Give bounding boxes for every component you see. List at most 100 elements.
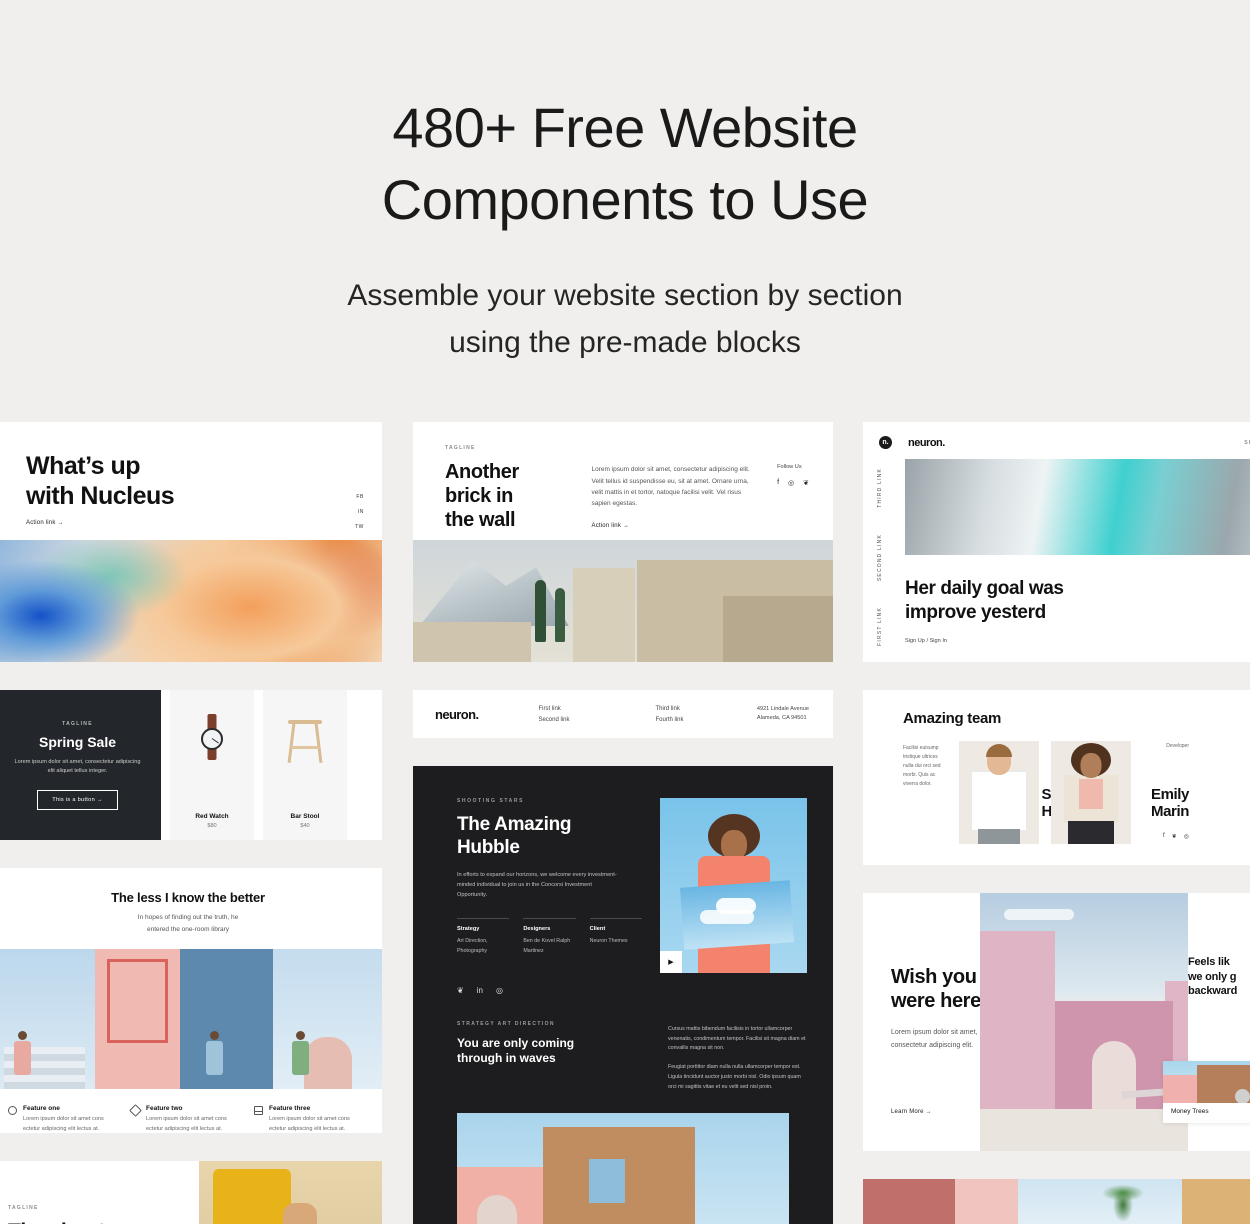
- card-another-brick[interactable]: TAGLINE Another brick in the wall Lorem …: [413, 422, 833, 663]
- neuron-logo[interactable]: neuron.: [435, 707, 479, 722]
- shooter-text: TAGLINE The shooter: [0, 1161, 199, 1224]
- product-name: Red Watch: [195, 813, 229, 821]
- red-wall-block: [863, 1179, 956, 1224]
- wish-side-heading: Feels lik we only g backward: [1188, 955, 1250, 999]
- heading-line-2: through in waves: [457, 1051, 556, 1066]
- social-icon-row: f ◎ ❦: [777, 479, 809, 487]
- heading-line-2: improve yesterd: [905, 601, 1046, 623]
- address-line-2: Alameda, CA 94501: [756, 715, 807, 722]
- card-nucleus-content: What’s up with Nucleus Action link → FB …: [0, 422, 382, 540]
- learn-more-link[interactable]: Learn More →: [891, 1109, 932, 1115]
- team-row: Facilisi euisump tristique ultrices null…: [903, 741, 1250, 845]
- instagram-icon[interactable]: ◎: [496, 986, 503, 995]
- wish-text: Wish you were here Lorem ipsum dolor sit…: [863, 893, 981, 1052]
- card-heading: The less I know the better: [111, 890, 265, 906]
- side-line-1: Feels lik: [1188, 956, 1230, 969]
- hubble-body: In efforts to expand our horizons, we we…: [457, 871, 617, 898]
- gallery-column-center: TAGLINE Another brick in the wall Lorem …: [413, 422, 833, 1224]
- card-less-i-know[interactable]: The less I know the better In hopes of f…: [0, 868, 382, 1134]
- heading-line-1: You are only coming: [457, 1035, 575, 1050]
- subtitle-line-2: entered the one-room library: [146, 925, 229, 933]
- product-card-watch[interactable]: Red Watch $80: [170, 690, 254, 841]
- credit-label: Strategy: [457, 926, 480, 933]
- social-link-tw[interactable]: TW: [355, 524, 364, 530]
- vertical-link-first[interactable]: FIRST LINK: [877, 607, 889, 646]
- action-link[interactable]: Action link →: [26, 520, 64, 526]
- card-bottom-photo[interactable]: [863, 1179, 1250, 1224]
- pastel-architecture-image: [457, 1112, 789, 1224]
- tagline: TAGLINE: [445, 445, 476, 452]
- nav-link-fourth[interactable]: Fourth link: [656, 717, 684, 723]
- credit-value: Neuron Themes: [589, 938, 628, 945]
- social-link-in[interactable]: IN: [355, 509, 364, 515]
- heading-line-1: Wish you: [891, 966, 977, 989]
- card-neuron-hero[interactable]: n. neuron. SHARE FIRST LINK SECOND LINK …: [863, 422, 1250, 663]
- play-icon[interactable]: ▶: [660, 951, 682, 974]
- thumbnail-title: Money Trees: [1171, 1108, 1209, 1116]
- card-spring-sale[interactable]: TAGLINE Spring Sale Lorem ipsum dolor si…: [0, 690, 382, 841]
- spring-sale-button[interactable]: This is a button →: [37, 789, 118, 810]
- linkedin-icon[interactable]: in: [477, 986, 483, 995]
- tan-wall-block: [1182, 1179, 1250, 1224]
- brick-heading-block: TAGLINE Another brick in the wall: [445, 445, 592, 540]
- brick-heading: Another brick in the wall: [445, 460, 592, 532]
- spring-sale-panel: TAGLINE Spring Sale Lorem ipsum dolor si…: [0, 690, 161, 841]
- pink-wall-block: [955, 1179, 1019, 1224]
- address-line-1: 4921 Lindale Avenue: [756, 705, 809, 712]
- team-member-sam[interactable]: Designer Sam Hasings f ❦ ◎: [959, 741, 1097, 845]
- neuron-brand[interactable]: neuron.: [908, 437, 945, 449]
- neuron-logo-mark[interactable]: n.: [879, 436, 892, 450]
- money-trees-thumbnail[interactable]: Money Trees →: [1163, 1061, 1250, 1124]
- instagram-icon[interactable]: ◎: [1184, 833, 1189, 840]
- card-amazing-team[interactable]: Amazing team Facilisi euisump tristique …: [863, 690, 1250, 866]
- card-nucleus[interactable]: What’s up with Nucleus Action link → FB …: [0, 422, 382, 663]
- product-card-stool[interactable]: Bar Stool $40: [263, 690, 347, 841]
- share-label[interactable]: SHARE: [1244, 440, 1250, 446]
- team-member-emily[interactable]: Developer Emily Marin f ❦ ◎: [1051, 741, 1189, 845]
- facebook-icon[interactable]: f: [1163, 833, 1165, 840]
- glacier-aerial-image: [905, 459, 1250, 556]
- thumbnail-image: [1163, 1061, 1250, 1104]
- feature-list: Feature one Lorem ipsum dolor sit amet c…: [0, 1089, 382, 1133]
- card-nucleus-heading: What’s up with Nucleus: [26, 452, 356, 511]
- card-wish-you-were-here[interactable]: Wish you were here Lorem ipsum dolor sit…: [863, 893, 1250, 1152]
- heading-line-2: were here: [891, 990, 981, 1013]
- watch-image: [170, 690, 254, 813]
- vertical-link-third[interactable]: THIRD LINK: [877, 468, 889, 508]
- twitter-icon[interactable]: ❦: [803, 479, 809, 487]
- feature-item: Feature three Lorem ipsum dolor sit amet…: [254, 1105, 368, 1133]
- page-title-line-1: 480+ Free Website: [392, 96, 858, 159]
- architecture-people-image: [0, 949, 382, 1090]
- heading-line-1: Another: [445, 461, 519, 484]
- member-role: Developer: [1166, 743, 1189, 750]
- card-shooter[interactable]: TAGLINE The shooter: [0, 1161, 382, 1224]
- layout-icon: [254, 1106, 263, 1116]
- feature-item: Feature two Lorem ipsum dolor sit amet c…: [129, 1104, 245, 1133]
- card-amazing-hubble[interactable]: SHOOTING STARS The Amazing Hubble In eff…: [413, 766, 833, 1224]
- page-subtitle-line-1: Assemble your website section by section: [347, 279, 903, 313]
- instagram-icon[interactable]: ◎: [788, 479, 794, 487]
- nav-column-2: Third link Fourth link: [656, 706, 684, 723]
- nav-link-second[interactable]: Second link: [538, 717, 569, 723]
- heading-line-2: with Nucleus: [26, 481, 175, 510]
- sky-palm-block: [1018, 1179, 1183, 1224]
- card-neuron-nav[interactable]: neuron. First link Second link Third lin…: [413, 690, 833, 739]
- card-content: TAGLINE Another brick in the wall Lorem …: [413, 422, 833, 540]
- mountain-landscape-image: [413, 540, 833, 663]
- brick-follow-block: Follow Us f ◎ ❦: [777, 445, 809, 540]
- credit-value: Ben de Kovel Ralph Martinez: [523, 938, 571, 954]
- spring-sale-heading: Spring Sale: [38, 733, 117, 750]
- action-link[interactable]: Action link →: [592, 523, 778, 529]
- facebook-icon[interactable]: f: [777, 479, 779, 487]
- signup-signin-links[interactable]: Sign Up / Sign In: [905, 638, 947, 644]
- nav-link-third[interactable]: Third link: [656, 706, 684, 712]
- twitter-icon[interactable]: ❦: [1172, 833, 1177, 840]
- thumbnail-caption-row: Money Trees →: [1163, 1103, 1250, 1120]
- nav-link-first[interactable]: First link: [538, 706, 569, 712]
- member-last-name: Marin: [1150, 803, 1189, 821]
- social-link-fb[interactable]: FB: [355, 494, 364, 500]
- vertical-link-second[interactable]: SECOND LINK: [877, 534, 889, 581]
- twitter-icon[interactable]: ❦: [457, 986, 464, 995]
- heading-line-2: brick in: [445, 485, 513, 508]
- credit-label: Designers: [523, 926, 551, 933]
